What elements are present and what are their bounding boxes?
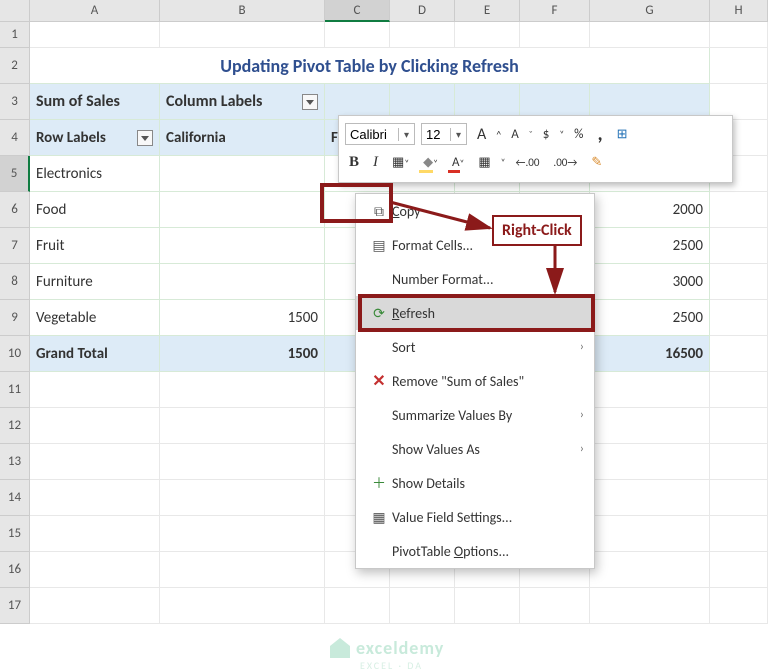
italic-button[interactable]: I <box>369 152 382 173</box>
column-labels-dropdown-icon[interactable] <box>302 94 318 110</box>
font-name-input[interactable] <box>346 124 398 144</box>
chevron-right-icon: › <box>580 442 584 456</box>
ctx-show-values-as[interactable]: Show Values As › <box>356 432 594 466</box>
increase-decimal-button[interactable]: .00→ <box>549 154 581 171</box>
font-name-combo[interactable]: ▾ <box>345 123 415 145</box>
annotation-callout: Right-Click <box>492 215 582 246</box>
watermark: exceldemy EXCEL · DA <box>330 637 444 659</box>
chevron-down-icon[interactable]: ▾ <box>450 128 466 141</box>
font-color-button[interactable]: A˅ <box>448 153 468 172</box>
pivot-col-california[interactable]: California <box>160 120 325 156</box>
mini-toolbar: ▾ ▾ A^ Aˇ $˅ % , ⊞ B I ▦˅ ◆˅ A˅ ▦˅ ←.00 … <box>338 115 733 183</box>
font-size-combo[interactable]: ▾ <box>421 123 467 145</box>
col-header-C[interactable]: C <box>325 0 390 22</box>
close-icon: ✕ <box>366 371 392 391</box>
row-header-7[interactable]: 7 <box>0 228 30 264</box>
comma-button[interactable]: , <box>593 120 606 148</box>
format-painter-button[interactable]: ✎ <box>587 153 606 172</box>
font-size-input[interactable] <box>422 124 450 144</box>
watermark-logo-icon <box>330 638 350 658</box>
ctx-sort[interactable]: Sort › <box>356 330 594 364</box>
ctx-summarize-values-by[interactable]: Summarize Values By › <box>356 398 594 432</box>
row-header-10[interactable]: 10 <box>0 336 30 372</box>
col-header-H[interactable]: H <box>710 0 768 22</box>
row-1: 1 <box>0 22 768 48</box>
chevron-right-icon: › <box>580 340 584 354</box>
pivot-value-field-label[interactable]: Sum of Sales <box>30 84 160 120</box>
fill-color-button[interactable]: ◆˅ <box>419 153 442 172</box>
row-labels-dropdown-icon[interactable] <box>137 130 153 146</box>
ctx-refresh[interactable]: ⟳ Refresh <box>356 296 594 330</box>
pivot-row-vegetable[interactable]: Vegetable <box>30 300 160 336</box>
expand-icon: ＋ <box>366 473 392 493</box>
row-header-3[interactable]: 3 <box>0 84 30 120</box>
pivot-column-labels[interactable]: Column Labels <box>160 84 325 120</box>
pivot-row-electronics[interactable]: Electronics <box>30 156 160 192</box>
col-header-F[interactable]: F <box>520 0 590 22</box>
ctx-value-field-settings[interactable]: ▦ Value Field Settings... <box>356 500 594 534</box>
row-header-1[interactable]: 1 <box>0 22 30 48</box>
col-header-E[interactable]: E <box>455 0 520 22</box>
pivot-row-food[interactable]: Food <box>30 192 160 228</box>
context-menu: ⧉ Copy ▤ Format Cells... Number Format..… <box>355 193 595 569</box>
ctx-number-format[interactable]: Number Format... <box>356 262 594 296</box>
col-header-A[interactable]: A <box>30 0 160 22</box>
pivot-grand-total-G[interactable]: 16500 <box>590 336 710 372</box>
row-header-9[interactable]: 9 <box>0 300 30 336</box>
row-header-4[interactable]: 4 <box>0 120 30 156</box>
col-header-G[interactable]: G <box>590 0 710 22</box>
bold-button[interactable]: B <box>345 152 363 173</box>
chevron-down-icon[interactable]: ▾ <box>398 128 414 141</box>
select-all-corner[interactable] <box>0 0 30 22</box>
grow-font-button[interactable]: A <box>473 123 490 146</box>
pivot-grand-total-B[interactable]: 1500 <box>160 336 325 372</box>
settings-icon: ▦ <box>366 509 392 526</box>
pivot-row-fruit[interactable]: Fruit <box>30 228 160 264</box>
pivot-row-labels[interactable]: Row Labels <box>30 120 160 156</box>
row-header-2[interactable]: 2 <box>0 48 30 84</box>
column-headers-row: A B C D E F G H <box>0 0 768 22</box>
borders-dropdown-button[interactable]: ▦˅ <box>388 153 413 172</box>
row-header-6[interactable]: 6 <box>0 192 30 228</box>
decrease-decimal-button[interactable]: ←.00 <box>512 154 544 171</box>
chevron-right-icon: › <box>580 408 584 422</box>
table-format-button[interactable]: ▦ <box>474 153 494 172</box>
copy-icon: ⧉ <box>366 203 392 220</box>
row-17: 17 <box>0 588 768 624</box>
pivot-grand-total-label[interactable]: Grand Total <box>30 336 160 372</box>
row-2: 2 Updating Pivot Table by Clicking Refre… <box>0 48 768 84</box>
ctx-remove-sum[interactable]: ✕ Remove "Sum of Sales" <box>356 364 594 398</box>
ctx-show-details[interactable]: ＋ Show Details <box>356 466 594 500</box>
col-header-B[interactable]: B <box>160 0 325 22</box>
shrink-font-button[interactable]: A <box>507 125 523 144</box>
ctx-pivottable-options[interactable]: PivotTable Options... <box>356 534 594 568</box>
page-title[interactable]: Updating Pivot Table by Clicking Refresh <box>30 48 710 84</box>
border-button[interactable]: ⊞ <box>613 125 632 144</box>
row-header-8[interactable]: 8 <box>0 264 30 300</box>
refresh-icon: ⟳ <box>366 305 392 322</box>
row-header-5[interactable]: 5 <box>0 156 30 192</box>
currency-button[interactable]: $ <box>539 125 554 144</box>
pivot-row-furniture[interactable]: Furniture <box>30 264 160 300</box>
col-header-D[interactable]: D <box>390 0 455 22</box>
format-cells-icon: ▤ <box>366 237 392 254</box>
percent-button[interactable]: % <box>570 125 587 144</box>
